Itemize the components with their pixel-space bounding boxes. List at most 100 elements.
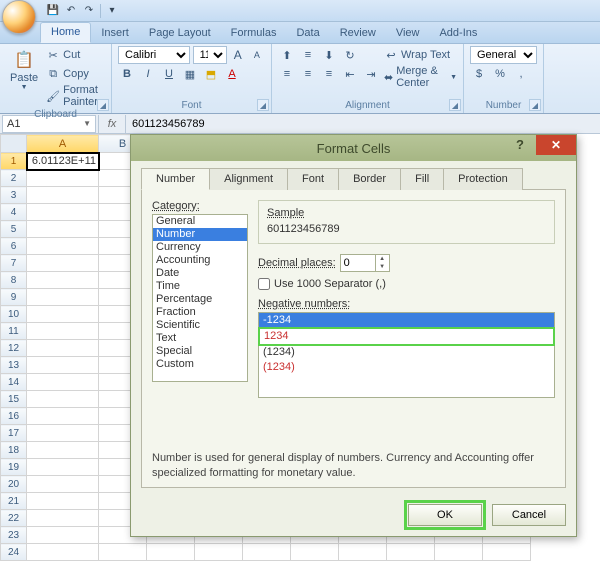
tab-addins[interactable]: Add-Ins xyxy=(429,24,487,43)
row-header[interactable]: 2 xyxy=(1,170,27,187)
cat-date[interactable]: Date xyxy=(153,267,247,280)
font-launcher-icon[interactable]: ◢ xyxy=(257,99,269,111)
row-header[interactable]: 5 xyxy=(1,221,27,238)
align-middle-button[interactable]: ≡ xyxy=(299,46,317,64)
negative-numbers-list[interactable]: -1234 1234 (1234) (1234) xyxy=(258,312,555,398)
tab-formulas[interactable]: Formulas xyxy=(221,24,287,43)
orientation-button[interactable]: ↻ xyxy=(341,46,359,64)
align-left-button[interactable]: ≡ xyxy=(278,65,296,83)
row-header[interactable]: 20 xyxy=(1,476,27,493)
save-icon[interactable]: 💾 xyxy=(46,4,60,18)
merge-dropdown-icon[interactable]: ▼ xyxy=(450,74,457,81)
copy-button[interactable]: ⧉Copy xyxy=(46,65,105,83)
row-header[interactable]: 11 xyxy=(1,323,27,340)
row-header[interactable]: 21 xyxy=(1,493,27,510)
cat-general[interactable]: General xyxy=(153,215,247,228)
dtab-border[interactable]: Border xyxy=(338,168,401,190)
currency-button[interactable]: $ xyxy=(470,65,488,83)
thousand-separator-checkbox[interactable] xyxy=(258,278,270,290)
dialog-title-bar[interactable]: Format Cells ? ✕ xyxy=(131,135,576,161)
dtab-protection[interactable]: Protection xyxy=(443,168,523,190)
decimal-places-input[interactable] xyxy=(341,255,375,271)
cat-time[interactable]: Time xyxy=(153,280,247,293)
cat-fraction[interactable]: Fraction xyxy=(153,306,247,319)
align-top-button[interactable]: ⬆ xyxy=(278,46,296,64)
align-center-button[interactable]: ≡ xyxy=(299,65,317,83)
align-right-button[interactable]: ≡ xyxy=(320,65,338,83)
tab-insert[interactable]: Insert xyxy=(91,24,139,43)
row-header[interactable]: 24 xyxy=(1,544,27,561)
row-header[interactable]: 12 xyxy=(1,340,27,357)
underline-button[interactable]: U xyxy=(160,65,178,83)
font-name-select[interactable]: Calibri xyxy=(118,46,190,64)
cat-accounting[interactable]: Accounting xyxy=(153,254,247,267)
row-header[interactable]: 14 xyxy=(1,374,27,391)
cancel-button[interactable]: Cancel xyxy=(492,504,566,526)
bold-button[interactable]: B xyxy=(118,65,136,83)
row-header[interactable]: 15 xyxy=(1,391,27,408)
undo-icon[interactable]: ↶ xyxy=(64,4,78,18)
cat-percentage[interactable]: Percentage xyxy=(153,293,247,306)
row-header[interactable]: 8 xyxy=(1,272,27,289)
row-header[interactable]: 19 xyxy=(1,459,27,476)
row-header[interactable]: 13 xyxy=(1,357,27,374)
paste-dropdown-icon[interactable]: ▼ xyxy=(21,84,28,91)
dialog-help-button[interactable]: ? xyxy=(510,135,530,155)
cat-text[interactable]: Text xyxy=(153,332,247,345)
office-button[interactable] xyxy=(2,0,36,34)
row-header[interactable]: 23 xyxy=(1,527,27,544)
border-button[interactable]: ▦ xyxy=(181,65,199,83)
neg-item-1[interactable]: -1234 xyxy=(259,313,554,328)
font-size-select[interactable]: 11 xyxy=(193,46,227,64)
dtab-fill[interactable]: Fill xyxy=(400,168,444,190)
dialog-close-button[interactable]: ✕ xyxy=(536,135,576,155)
increase-indent-button[interactable]: ⇥ xyxy=(362,65,380,83)
wrap-text-button[interactable]: ↩Wrap Text xyxy=(384,46,457,64)
row-header[interactable]: 6 xyxy=(1,238,27,255)
dtab-alignment[interactable]: Alignment xyxy=(209,168,288,190)
paste-button[interactable]: 📋 Paste ▼ xyxy=(6,46,42,93)
row-header[interactable]: 7 xyxy=(1,255,27,272)
font-color-button[interactable]: A xyxy=(223,65,241,83)
decimal-places-spinner[interactable]: ▲▼ xyxy=(340,254,390,272)
italic-button[interactable]: I xyxy=(139,65,157,83)
spinner-down-icon[interactable]: ▼ xyxy=(376,263,389,271)
spinner-up-icon[interactable]: ▲ xyxy=(376,255,389,263)
number-format-select[interactable]: General xyxy=(470,46,537,64)
col-header-a[interactable]: A xyxy=(27,135,99,153)
dtab-font[interactable]: Font xyxy=(287,168,339,190)
row-header[interactable]: 3 xyxy=(1,187,27,204)
cat-special[interactable]: Special xyxy=(153,345,247,358)
row-header[interactable]: 18 xyxy=(1,442,27,459)
qat-dropdown-icon[interactable]: ▾ xyxy=(105,4,119,18)
tab-view[interactable]: View xyxy=(386,24,430,43)
comma-button[interactable]: , xyxy=(512,65,530,83)
cell-a1[interactable]: 6.01123E+11 xyxy=(27,153,99,170)
cat-scientific[interactable]: Scientific xyxy=(153,319,247,332)
category-list[interactable]: General Number Currency Accounting Date … xyxy=(152,214,248,382)
alignment-launcher-icon[interactable]: ◢ xyxy=(449,99,461,111)
number-launcher-icon[interactable]: ◢ xyxy=(529,99,541,111)
row-header[interactable]: 10 xyxy=(1,306,27,323)
tab-home[interactable]: Home xyxy=(40,22,91,43)
ok-button[interactable]: OK xyxy=(408,504,482,526)
row-header[interactable]: 17 xyxy=(1,425,27,442)
neg-item-4[interactable]: (1234) xyxy=(259,360,554,375)
percent-button[interactable]: % xyxy=(491,65,509,83)
decrease-indent-button[interactable]: ⇤ xyxy=(341,65,359,83)
neg-item-3[interactable]: (1234) xyxy=(259,345,554,360)
tab-review[interactable]: Review xyxy=(330,24,386,43)
dtab-number[interactable]: Number xyxy=(141,168,210,190)
select-all-corner[interactable] xyxy=(1,135,27,153)
clipboard-launcher-icon[interactable]: ◢ xyxy=(97,99,109,111)
tab-data[interactable]: Data xyxy=(286,24,329,43)
shrink-font-button[interactable]: A xyxy=(249,46,265,64)
grow-font-button[interactable]: A xyxy=(230,46,246,64)
row-header[interactable]: 22 xyxy=(1,510,27,527)
cut-button[interactable]: ✂Cut xyxy=(46,46,105,64)
merge-center-button[interactable]: ⬌Merge & Center▼ xyxy=(384,65,457,89)
row-header[interactable]: 4 xyxy=(1,204,27,221)
align-bottom-button[interactable]: ⬇ xyxy=(320,46,338,64)
tab-page-layout[interactable]: Page Layout xyxy=(139,24,221,43)
row-header[interactable]: 16 xyxy=(1,408,27,425)
